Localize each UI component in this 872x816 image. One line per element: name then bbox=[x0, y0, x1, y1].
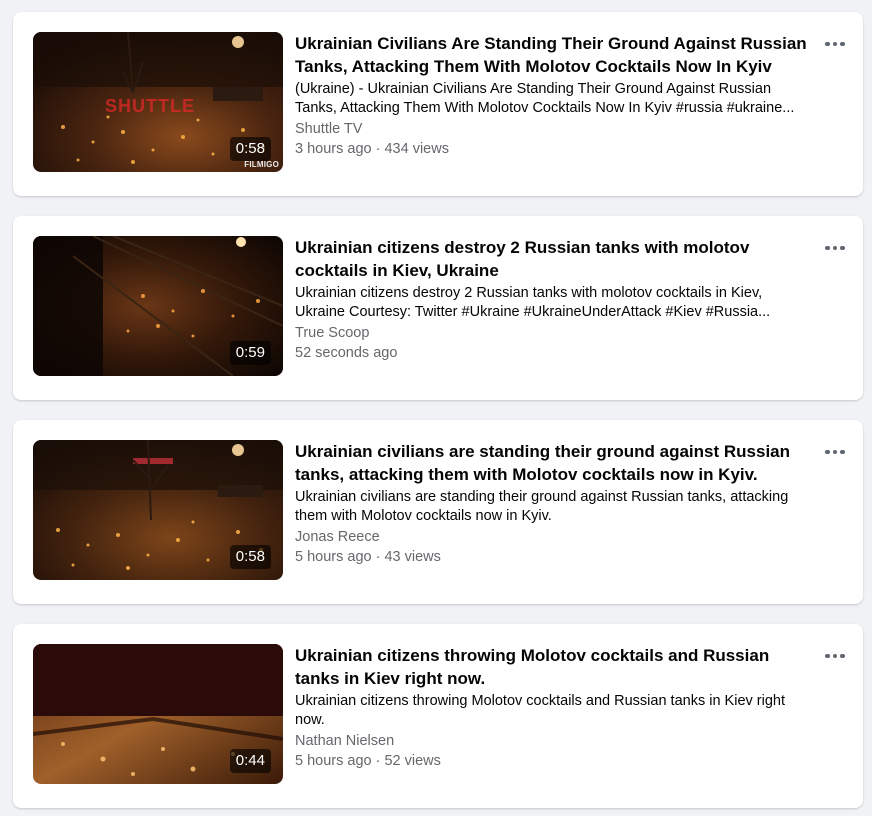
video-info: Ukrainian Civilians Are Standing Their G… bbox=[295, 32, 815, 159]
video-duration: 0:59 bbox=[229, 341, 271, 365]
video-description: Ukrainian civilians are standing their g… bbox=[295, 489, 789, 524]
video-title[interactable]: Ukrainian citizens throwing Molotov cock… bbox=[295, 644, 815, 690]
video-meta: 5 hours ago · 52 views bbox=[295, 753, 441, 769]
video-duration: 0:58 bbox=[229, 137, 271, 161]
channel-logo: SHUTTLE bbox=[105, 96, 195, 116]
video-meta: 5 hours ago · 43 views bbox=[295, 549, 441, 565]
watermark: FILMIGO bbox=[244, 160, 279, 169]
more-options-button[interactable] bbox=[817, 642, 853, 670]
video-thumbnail[interactable]: SHUTTLE 0:58 FILMIGO bbox=[33, 32, 283, 172]
video-info: Ukrainian civilians are standing their g… bbox=[295, 440, 815, 567]
video-card[interactable]: 0:58 Ukrainian civilians are standing th… bbox=[13, 420, 863, 604]
video-description: (Ukraine) - Ukrainian Civilians Are Stan… bbox=[295, 81, 795, 116]
video-card[interactable]: 0:59 Ukrainian citizens destroy 2 Russia… bbox=[13, 216, 863, 400]
video-description: Ukrainian citizens destroy 2 Russian tan… bbox=[295, 285, 771, 320]
channel-name[interactable]: Jonas Reece bbox=[295, 527, 815, 547]
more-options-icon bbox=[825, 449, 845, 455]
more-options-icon bbox=[825, 41, 845, 47]
more-options-icon bbox=[825, 245, 845, 251]
video-card[interactable]: 0:44 Ukrainian citizens throwing Molotov… bbox=[13, 624, 863, 808]
channel-name[interactable]: Shuttle TV bbox=[295, 119, 815, 139]
channel-name[interactable]: True Scoop bbox=[295, 323, 815, 343]
video-title[interactable]: Ukrainian civilians are standing their g… bbox=[295, 440, 815, 486]
video-title[interactable]: Ukrainian citizens destroy 2 Russian tan… bbox=[295, 236, 815, 282]
video-info: Ukrainian citizens throwing Molotov cock… bbox=[295, 644, 815, 771]
video-thumbnail[interactable]: 0:59 bbox=[33, 236, 283, 376]
video-duration: 0:58 bbox=[229, 545, 271, 569]
video-meta: 3 hours ago · 434 views bbox=[295, 141, 449, 157]
video-description: Ukrainian citizens throwing Molotov cock… bbox=[295, 693, 785, 728]
video-duration: 0:44 bbox=[229, 749, 271, 773]
video-thumbnail[interactable]: 0:44 bbox=[33, 644, 283, 784]
video-card[interactable]: SHUTTLE 0:58 FILMIGO Ukrainian Civilians… bbox=[13, 12, 863, 196]
video-title[interactable]: Ukrainian Civilians Are Standing Their G… bbox=[295, 32, 815, 78]
more-options-icon bbox=[825, 653, 845, 659]
video-meta: 52 seconds ago bbox=[295, 345, 398, 361]
more-options-button[interactable] bbox=[817, 234, 853, 262]
more-options-button[interactable] bbox=[817, 438, 853, 466]
video-info: Ukrainian citizens destroy 2 Russian tan… bbox=[295, 236, 815, 363]
channel-name[interactable]: Nathan Nielsen bbox=[295, 731, 815, 751]
video-thumbnail[interactable]: 0:58 bbox=[33, 440, 283, 580]
more-options-button[interactable] bbox=[817, 30, 853, 58]
